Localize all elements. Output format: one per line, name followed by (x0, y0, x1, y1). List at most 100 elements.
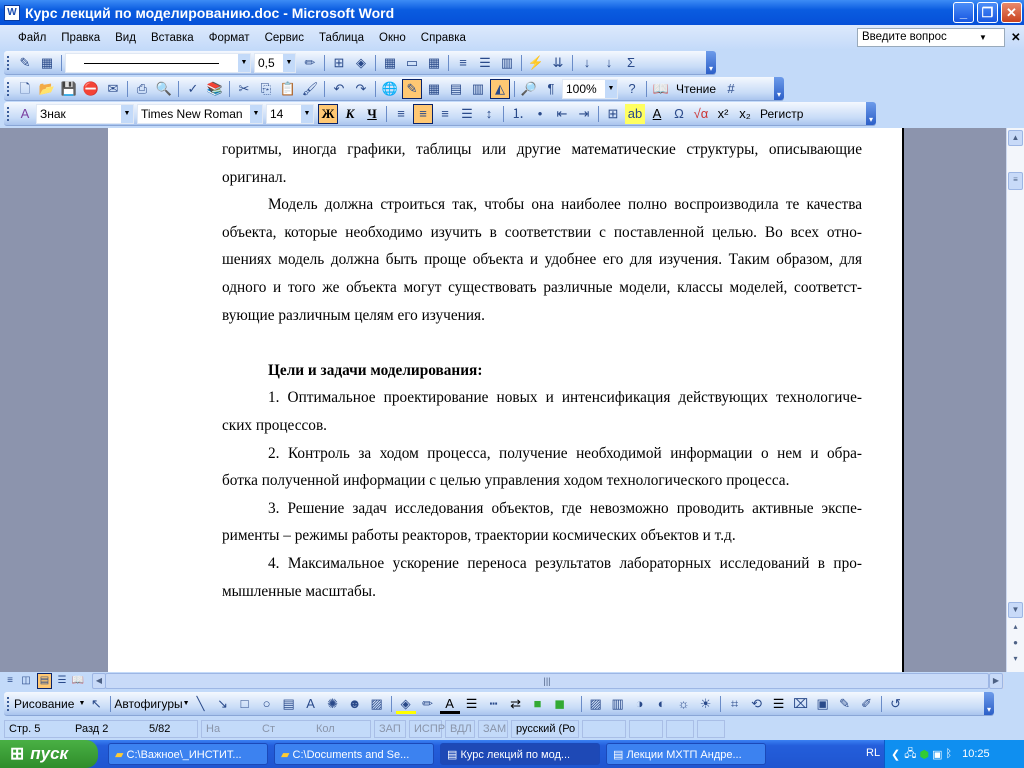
italic-button[interactable]: К (340, 104, 360, 124)
decrease-indent-icon[interactable]: ⇤ (552, 104, 572, 124)
text-wrapping-icon[interactable]: ▣ (813, 694, 833, 714)
equation-icon[interactable]: √α (691, 104, 711, 124)
merge-cells-icon[interactable]: ▭ (402, 53, 422, 73)
table-autoformat-icon[interactable]: ⚡ (526, 53, 546, 73)
bluetooth-icon[interactable]: ᛒ (946, 748, 953, 760)
ask-question-input[interactable]: Введите вопрос ▼ (857, 28, 1005, 47)
undo-icon[interactable]: ↶ (329, 79, 349, 99)
chevron-down-icon[interactable]: ▼ (605, 79, 617, 98)
insert-table-icon[interactable]: ▦ (380, 53, 400, 73)
status-ovr[interactable]: ЗАМ (478, 720, 508, 738)
toolbar-options-icon[interactable]: ▾ (866, 102, 876, 125)
help-icon[interactable]: ? (622, 79, 642, 99)
oval-icon[interactable]: ○ (257, 694, 277, 714)
chevron-down-icon[interactable]: ▼ (301, 104, 313, 123)
chevron-down-icon[interactable]: ▼ (283, 53, 295, 72)
set-transparent-icon[interactable]: ✐ (857, 694, 877, 714)
select-objects-icon[interactable]: ↖ (86, 694, 106, 714)
menu-insert[interactable]: Вставка (151, 32, 194, 44)
document-body[interactable]: горитмы, иногда графики, таблицы или дру… (222, 136, 862, 605)
toolbar-options-icon[interactable]: ▾ (774, 77, 784, 100)
reset-picture-icon[interactable]: ↺ (886, 694, 906, 714)
vertical-scrollbar[interactable]: ▲ ≡ ▼ ▴ ● ▾ (1006, 128, 1024, 672)
line-weight-combo[interactable]: 0,5 ▼ (254, 52, 296, 73)
font-combo[interactable]: Times New Roman ▼ (137, 103, 263, 124)
fill-color-icon[interactable]: ◈ (395, 694, 416, 714)
align-left-icon[interactable]: ≡ (391, 104, 411, 124)
split-cells-icon[interactable]: ▦ (424, 53, 444, 73)
scroll-thumb-horizontal[interactable]: ||| (105, 673, 989, 689)
menu-window[interactable]: Окно (379, 32, 406, 44)
page-number-icon[interactable]: # (721, 79, 741, 99)
print-preview-icon[interactable]: 🔍 (154, 79, 174, 99)
task-button-word-2[interactable]: ▤ Лекции МХТП Андре... (606, 743, 766, 765)
color-icon[interactable]: ▥ (608, 694, 628, 714)
menu-edit[interactable]: Правка (61, 32, 100, 44)
menu-tools[interactable]: Сервис (265, 32, 304, 44)
close-button[interactable]: ✕ (1001, 2, 1022, 23)
zoom-combo[interactable]: 100% ▼ (562, 78, 618, 99)
bold-button[interactable]: Ж (318, 103, 338, 124)
copy-icon[interactable]: ⎘ (256, 79, 276, 99)
document-map-icon[interactable]: 🔎 (519, 79, 539, 99)
drawing-icon[interactable]: ◭ (490, 78, 510, 99)
outline-view-icon[interactable]: ☰ (55, 673, 69, 689)
redo-icon[interactable]: ↷ (351, 79, 371, 99)
less-contrast-icon[interactable]: ◐ (652, 694, 672, 714)
format-painter-icon[interactable]: 🖌 (300, 79, 320, 99)
line-color-icon[interactable]: ✏ (418, 694, 438, 714)
underline-button[interactable]: Ч (362, 104, 382, 124)
email-icon[interactable]: ✉ (103, 79, 123, 99)
picture-icon[interactable]: ▨ (586, 694, 606, 714)
toolbar-grip[interactable] (7, 56, 9, 70)
status-rec[interactable]: ЗАП (374, 720, 406, 738)
toolbar-grip[interactable] (7, 107, 9, 121)
menu-format[interactable]: Формат (209, 32, 250, 44)
more-brightness-icon[interactable]: ☼ (674, 694, 694, 714)
line-style-picture-icon[interactable]: ☰ (769, 694, 789, 714)
align-icon[interactable]: ≡ (453, 53, 473, 73)
next-page-icon[interactable]: ▾ (1008, 652, 1023, 668)
sort-ascending-icon[interactable]: ↓ (577, 53, 597, 73)
justify-icon[interactable]: ☰ (457, 104, 477, 124)
toolbar-grip[interactable] (7, 697, 9, 711)
3d-icon[interactable]: ◼ (550, 694, 570, 714)
numbering-icon[interactable]: ⒈ (508, 104, 528, 124)
more-contrast-icon[interactable]: ◑ (630, 694, 650, 714)
align-right-icon[interactable]: ≡ (435, 104, 455, 124)
toolbar-grip[interactable] (7, 82, 9, 96)
spelling-icon[interactable]: ✓ (183, 79, 203, 99)
text-box-icon[interactable]: ▤ (279, 694, 299, 714)
arrow-style-icon[interactable]: ⇄ (506, 694, 526, 714)
rotate-icon[interactable]: ⟲ (747, 694, 767, 714)
show-formatting-icon[interactable]: ¶ (541, 79, 561, 99)
shadow-icon[interactable]: ■ (528, 694, 548, 714)
reading-view-icon[interactable]: 📖 (71, 673, 85, 689)
reading-icon[interactable]: 📖 (651, 79, 671, 99)
menu-help[interactable]: Справка (421, 32, 466, 44)
reading-button[interactable]: Чтение (676, 82, 716, 96)
align-center-icon[interactable]: ≡ (413, 103, 433, 124)
close-doc-icon[interactable]: ✕ (1011, 30, 1021, 44)
insert-picture-icon[interactable]: ▨ (367, 694, 387, 714)
select-browse-object-icon[interactable]: ● (1008, 636, 1023, 652)
show-hidden-icons-button[interactable]: ❮ (891, 748, 900, 761)
cut-icon[interactable]: ✂ (234, 79, 254, 99)
change-case-button[interactable]: Регистр (760, 107, 803, 121)
distribute-cols-icon[interactable]: ▥ (497, 53, 517, 73)
superscript-icon[interactable]: x² (713, 104, 733, 124)
line-style-combo[interactable]: ▼ (65, 52, 251, 73)
word-doc-icon[interactable]: W (4, 4, 20, 21)
document-page[interactable]: горитмы, иногда графики, таблицы или дру… (108, 128, 904, 672)
dash-style-icon[interactable]: ┅ (484, 694, 504, 714)
network-error-icon[interactable]: ▣ (932, 748, 942, 761)
less-brightness-icon[interactable]: ☀ (696, 694, 716, 714)
draw-table-icon[interactable]: ✎ (15, 53, 35, 73)
status-trk[interactable]: ИСПР (409, 720, 445, 738)
save-icon[interactable]: 💾 (59, 79, 79, 99)
styles-icon[interactable]: A (15, 104, 35, 124)
line-icon[interactable]: ╲ (191, 694, 211, 714)
line-style-icon[interactable]: ☰ (462, 694, 482, 714)
subscript-icon[interactable]: x₂ (735, 104, 755, 124)
font-size-combo[interactable]: 14 ▼ (266, 103, 314, 124)
